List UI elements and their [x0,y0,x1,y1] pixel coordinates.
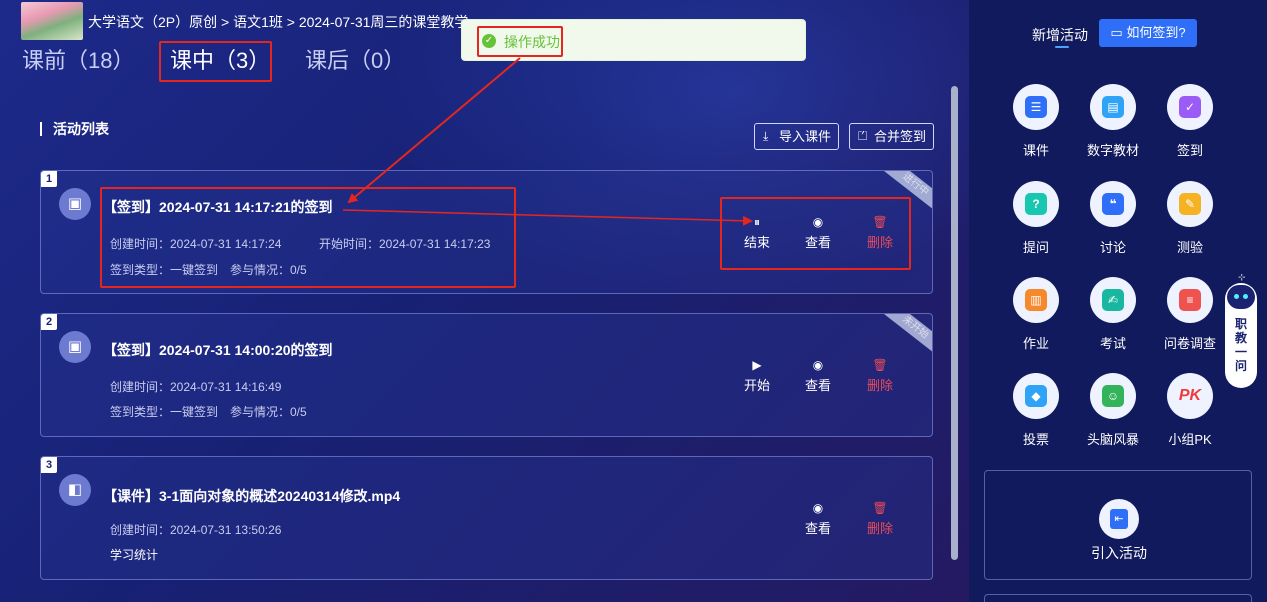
course-cover-thumbnail [21,2,83,40]
tool-question[interactable]: ? 提问 [1001,181,1071,256]
activity-card[interactable]: 2 未开始 ▣ 【签到】2024-07-31 14:00:20的签到 创建时间：… [40,313,933,437]
title-underline [1055,46,1069,48]
start-button[interactable]: ▶ 开始 [735,358,779,394]
status-ribbon: 未开始 [882,314,932,356]
assistant-label: 职教一问 [1234,317,1247,373]
vote-icon: ◆ [1025,385,1047,407]
quiz-icon: ✎ [1179,193,1201,215]
courseware-file-icon: ◧ [59,474,91,506]
tab-after-class[interactable]: 课后（0） [305,46,405,76]
activity-index: 2 [41,314,57,330]
activity-title[interactable]: 【课件】3-1面向对象的概述20240314修改.mp4 [103,486,400,506]
activity-index: 3 [41,457,57,473]
checkin-type: 签到类型：一键签到 [110,405,219,419]
exam-icon: ✍ [1102,289,1124,311]
homework-icon: ▥ [1025,289,1047,311]
tool-digital-textbook[interactable]: ▤ 数字教材 [1078,84,1148,159]
annotation-box-toast [477,26,563,57]
import-activity-button[interactable]: ⇤ 引入活动 [984,470,1252,580]
annotation-box-activity [100,187,516,288]
question-icon: ? [1025,193,1047,215]
annotation-box-actions [720,197,911,270]
created-time: 创建时间：2024-07-31 14:16:49 [110,380,282,394]
import-icon: ⇤ [1110,509,1128,529]
activity-title[interactable]: 【签到】2024-07-31 14:00:20的签到 [103,340,333,360]
trash-icon: 🗑 [872,501,888,515]
how-to-checkin-button[interactable]: ▭ 如何签到? [1099,19,1197,47]
tool-exam[interactable]: ✍ 考试 [1078,277,1148,352]
calendar-check-icon: ▣ [59,188,91,220]
tool-courseware[interactable]: ☰ 课件 [1001,84,1071,159]
digital-textbook-icon: ▤ [1102,96,1124,118]
ai-assistant-widget[interactable]: 职教一问 [1225,283,1257,388]
tool-brainstorm[interactable]: ☺ 头脑风暴 [1078,373,1148,448]
download-icon: ⤓ [763,129,769,143]
breadcrumb[interactable]: 大学语文（2P）原创 > 语文1班 > 2024-07-31周三的课堂教学 [88,12,468,32]
robot-icon [1227,285,1255,309]
annotation-box-tab [159,41,272,82]
created-time: 创建时间：2024-07-31 13:50:26 [110,523,282,537]
tool-checkin[interactable]: ✓ 签到 [1155,84,1225,159]
eye-icon: ◉ [812,358,824,372]
survey-icon: ≡ [1179,289,1201,311]
eye-icon: ◉ [812,501,824,515]
activity-index: 1 [41,171,57,187]
courseware-icon: ☰ [1025,96,1047,118]
group-pk-icon: PK [1178,387,1202,404]
tool-survey[interactable]: ≡ 问卷调查 [1155,277,1225,352]
sidebar-bottom-panel [984,594,1252,602]
merge-icon: ⏍ [858,129,868,143]
delete-button[interactable]: 🗑 删除 [858,358,902,394]
learning-stats-link[interactable]: 学习统计 [110,546,158,563]
import-courseware-button[interactable]: ⤓ 导入课件 [754,123,840,150]
tab-before-class[interactable]: 课前（18） [22,46,134,76]
tool-homework[interactable]: ▥ 作业 [1001,277,1071,352]
delete-button[interactable]: 🗑 删除 [858,501,902,537]
tool-group-pk[interactable]: PK 小组PK [1155,373,1225,448]
calendar-check-icon: ▣ [59,331,91,363]
brainstorm-icon: ☺ [1102,385,1124,407]
new-activity-title: 新增活动 [1032,27,1088,43]
checkin-icon: ✓ [1179,96,1201,118]
play-icon: ▶ [752,358,762,372]
activity-list-title: 活动列表 [40,122,109,136]
tool-quiz[interactable]: ✎ 测验 [1155,181,1225,256]
discussion-icon: ❝ [1102,193,1124,215]
scrollbar[interactable] [951,86,958,560]
tool-vote[interactable]: ◆ 投票 [1001,373,1071,448]
robot-antenna-icon: ⊹ [1238,272,1246,282]
main-panel: 大学语文（2P）原创 > 语文1班 > 2024-07-31周三的课堂教学 课前… [0,0,969,602]
view-button[interactable]: ◉ 查看 [796,358,840,394]
view-button[interactable]: ◉ 查看 [796,501,840,537]
video-icon: ▭ [1110,25,1127,40]
tool-discussion[interactable]: ❝ 讨论 [1078,181,1148,256]
participation: 参与情况：0/5 [230,405,307,419]
activity-card[interactable]: 3 ◧ 【课件】3-1面向对象的概述20240314修改.mp4 创建时间：20… [40,456,933,580]
trash-icon: 🗑 [872,358,888,372]
merge-checkin-button[interactable]: ⏍ 合并签到 [849,123,935,150]
